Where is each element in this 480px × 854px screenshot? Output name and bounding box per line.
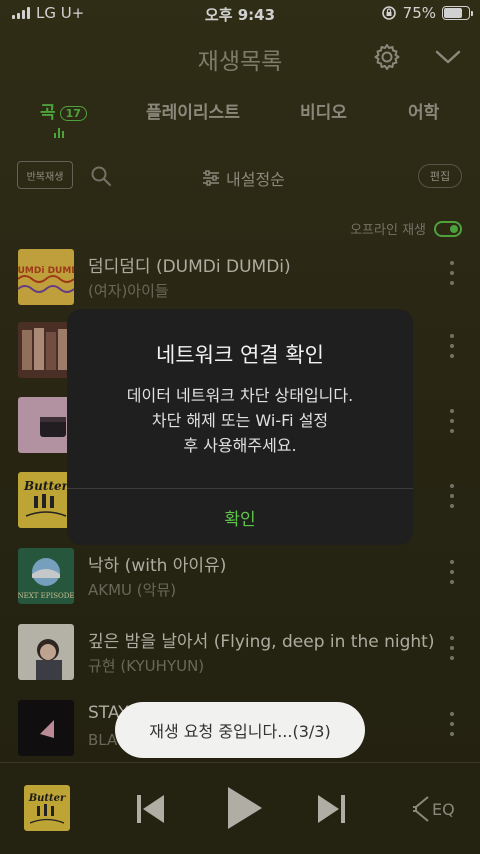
dialog-message-line: 차단 해제 또는 Wi-Fi 설정 [151,411,329,430]
dialog-message: 데이터 네트워크 차단 상태입니다. 차단 해제 또는 Wi-Fi 설정 후 사… [67,383,413,458]
toast-message: 재생 요청 중입니다...(3/3) [115,702,365,758]
dialog-title: 네트워크 연결 확인 [156,343,324,367]
playlist-screen: LG U+ 오후 9:43 75% 재생목록 곡 17 플레이리스트 비디오 어학… [0,0,480,854]
dialog-message-line: 후 사용해주세요. [183,436,297,455]
network-alert-dialog: 네트워크 연결 확인 데이터 네트워크 차단 상태입니다. 차단 해제 또는 W… [67,309,413,545]
dialog-message-line: 데이터 네트워크 차단 상태입니다. [126,386,354,405]
ok-button[interactable]: 확인 [67,489,413,545]
